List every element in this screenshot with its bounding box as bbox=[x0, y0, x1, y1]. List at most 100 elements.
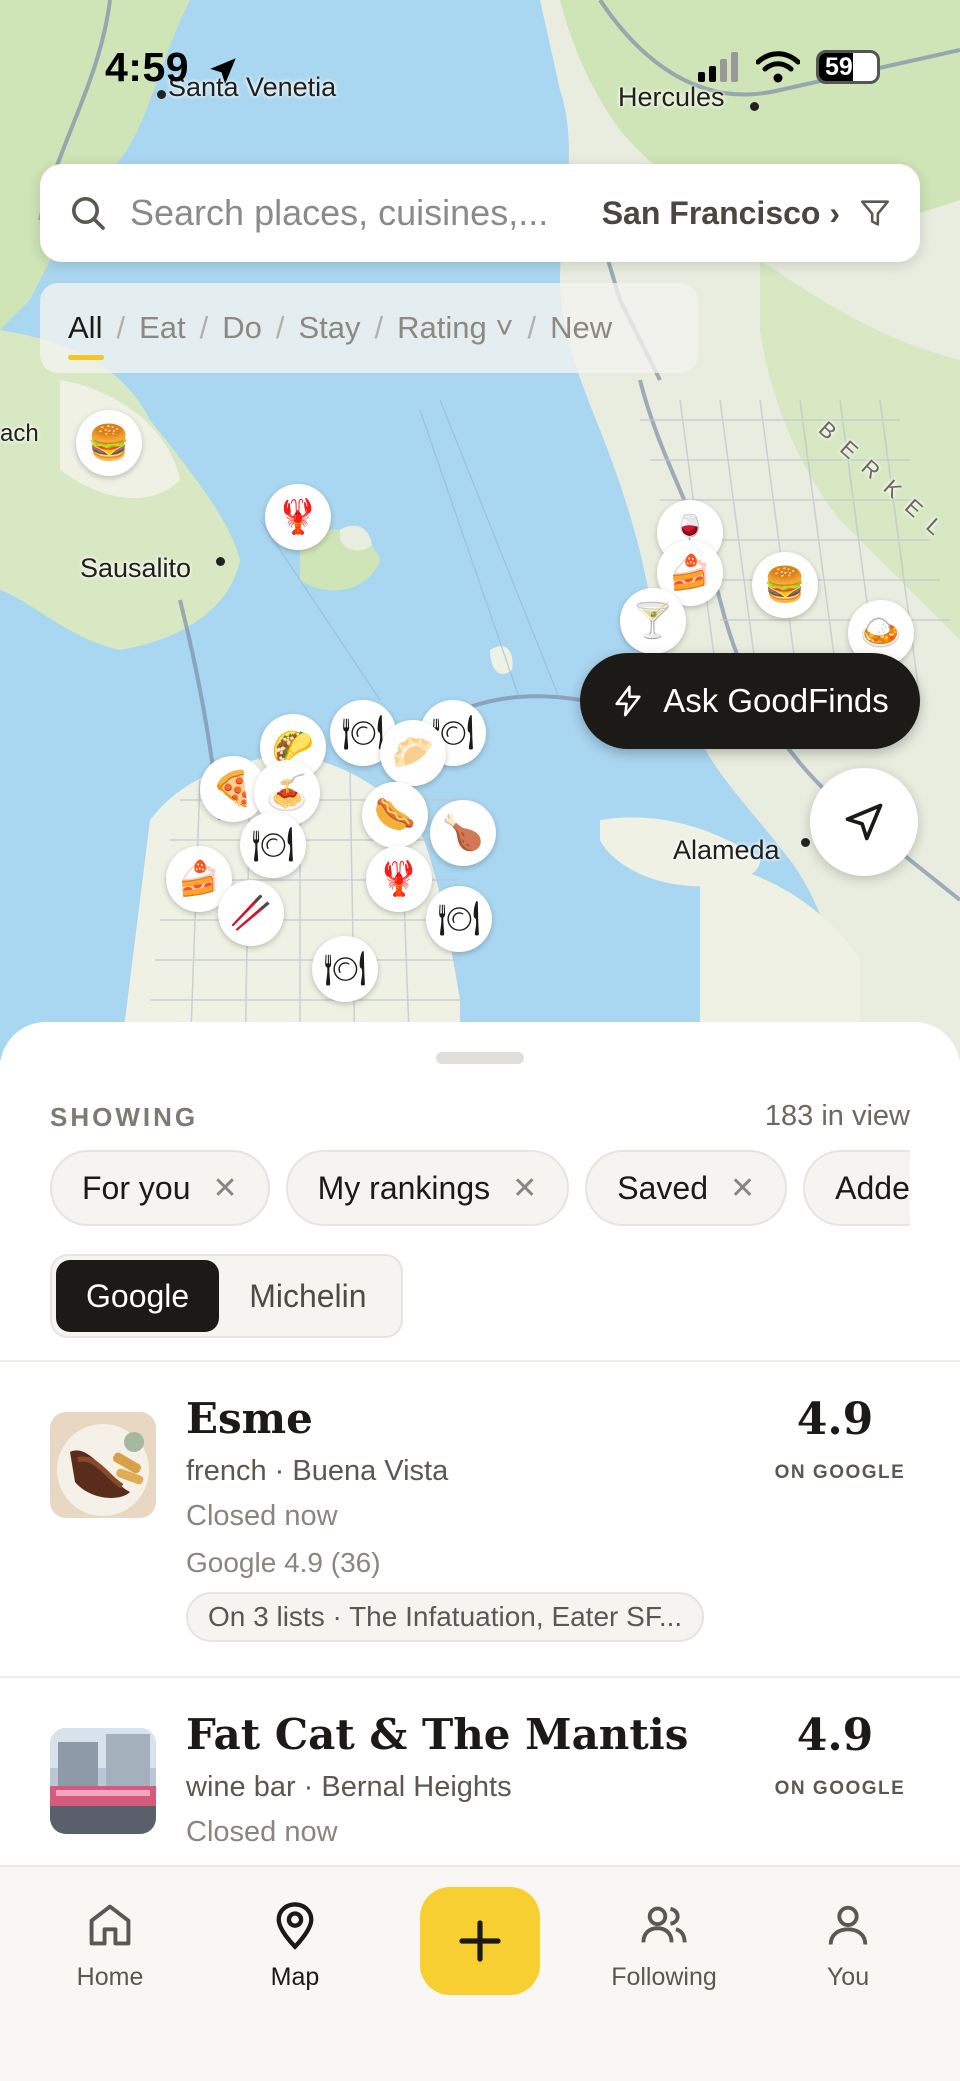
tab-you-label: You bbox=[826, 1963, 870, 1991]
tab-eat[interactable]: Eat bbox=[139, 310, 186, 346]
map-pin-plate[interactable]: 🍽 bbox=[240, 812, 306, 878]
restaurant-name[interactable]: Esme bbox=[186, 1394, 313, 1443]
tab-separator: / bbox=[116, 310, 126, 345]
restaurant-score: 4.9 bbox=[796, 1710, 874, 1761]
map-pin-cocktail[interactable]: 🍸 bbox=[620, 588, 686, 654]
tab-separator: / bbox=[527, 310, 537, 345]
place-dot bbox=[216, 557, 225, 566]
chip-label: For you bbox=[82, 1169, 191, 1206]
restaurant-name[interactable]: Fat Cat & The Mantis bbox=[186, 1710, 688, 1759]
score-source-label: ON GOOGLE bbox=[774, 1462, 906, 1483]
place-label-alameda: Alameda bbox=[673, 835, 780, 865]
restaurant-cuisine-area: wine bar · Bernal Heights bbox=[186, 1771, 512, 1803]
chip-my-rankings[interactable]: My rankings ✕ bbox=[285, 1150, 570, 1226]
place-dot bbox=[801, 838, 810, 847]
result-row[interactable]: Esme french · Buena Vista Closed now Goo… bbox=[0, 1360, 960, 1676]
wifi-icon bbox=[756, 51, 800, 83]
map-pin-plate[interactable]: 🍽 bbox=[426, 886, 492, 952]
map-pin-hotdog[interactable]: 🌭 bbox=[362, 782, 428, 848]
source-michelin[interactable]: Michelin bbox=[219, 1260, 396, 1332]
close-icon[interactable]: ✕ bbox=[512, 1171, 537, 1206]
plus-icon bbox=[459, 1920, 501, 1962]
tab-separator: / bbox=[275, 310, 285, 345]
sheet-handle[interactable] bbox=[436, 1052, 524, 1064]
search-icon bbox=[72, 197, 105, 230]
tab-do[interactable]: Do bbox=[222, 310, 262, 346]
status-icons: 59 bbox=[698, 50, 880, 84]
signal-icon bbox=[698, 52, 738, 82]
restaurant-photo bbox=[50, 1412, 156, 1518]
chip-saved[interactable]: Saved ✕ bbox=[585, 1150, 788, 1226]
place-dot bbox=[157, 90, 166, 99]
location-arrow-icon bbox=[210, 58, 236, 84]
restaurant-photo bbox=[50, 1728, 156, 1834]
people-icon bbox=[641, 1906, 687, 1943]
restaurant-google-rating: Google 4.9 (36) bbox=[186, 1547, 381, 1578]
locate-me-button[interactable] bbox=[810, 768, 918, 876]
battery-level: 59 bbox=[825, 52, 853, 81]
tab-all[interactable]: All bbox=[68, 310, 105, 360]
status-time: 4:59 bbox=[105, 44, 190, 90]
tab-map[interactable]: Map bbox=[225, 1899, 365, 1992]
chip-for-you[interactable]: For you ✕ bbox=[50, 1150, 270, 1226]
map-pin-lobster[interactable]: 🦞 bbox=[265, 484, 331, 550]
category-tabs: All / Eat / Do / Stay / Rating ˅ / New bbox=[40, 283, 698, 373]
close-icon[interactable]: ✕ bbox=[730, 1171, 755, 1206]
source-toggle: Google Michelin bbox=[50, 1254, 403, 1338]
map-pin-icon bbox=[276, 1902, 314, 1950]
chip-label: Adde bbox=[835, 1169, 910, 1206]
tab-stay[interactable]: Stay bbox=[299, 310, 361, 346]
place-label-sausalito: Sausalito bbox=[80, 553, 192, 583]
bottom-tab-bar: Home Map Following You bbox=[0, 1865, 960, 2081]
restaurant-cuisine-area: french · Buena Vista bbox=[186, 1455, 449, 1487]
place-label-santa-venetia: Santa Venetia bbox=[168, 72, 337, 102]
home-icon bbox=[89, 1904, 131, 1946]
tab-rating[interactable]: Rating ˅ bbox=[397, 310, 513, 346]
navigation-arrow-icon bbox=[845, 803, 883, 841]
chip-added[interactable]: Adde bbox=[803, 1150, 910, 1226]
search-input[interactable]: Search places, cuisines,... bbox=[130, 192, 602, 234]
filter-chips: For you ✕ My rankings ✕ Saved ✕ Adde bbox=[50, 1150, 910, 1230]
tab-following[interactable]: Following bbox=[594, 1899, 734, 1992]
tab-separator: / bbox=[199, 310, 209, 345]
result-row[interactable]: Fat Cat & The Mantis wine bar · Bernal H… bbox=[0, 1676, 960, 1876]
map-pin-chopsticks[interactable]: 🥢 bbox=[218, 880, 284, 946]
restaurant-open-status: Closed now bbox=[186, 1500, 338, 1532]
tab-you[interactable]: You bbox=[778, 1899, 918, 1992]
close-icon[interactable]: ✕ bbox=[212, 1171, 237, 1206]
chip-label: My rankings bbox=[317, 1169, 491, 1206]
place-label-hercules: Hercules bbox=[618, 82, 725, 112]
map-pin-plate[interactable]: 🍽 bbox=[312, 936, 378, 1002]
ask-goodfinds-label: Ask GoodFinds bbox=[663, 682, 889, 719]
showing-label: SHOWING bbox=[50, 1102, 199, 1132]
tab-home[interactable]: Home bbox=[40, 1899, 180, 1992]
map-pin-burger[interactable]: 🍔 bbox=[76, 410, 142, 476]
map-view[interactable]: Santa Venetia Hercules ach Sausalito Ala… bbox=[0, 0, 960, 1060]
map-pin-meat[interactable]: 🍗 bbox=[430, 800, 496, 866]
tab-home-label: Home bbox=[76, 1963, 144, 1991]
score-source-label: ON GOOGLE bbox=[774, 1778, 906, 1799]
source-google[interactable]: Google bbox=[56, 1260, 220, 1332]
tab-map-label: Map bbox=[270, 1963, 320, 1991]
tab-new[interactable]: New bbox=[550, 310, 612, 346]
chip-label: Saved bbox=[617, 1169, 708, 1206]
restaurant-score: 4.9 bbox=[796, 1394, 874, 1445]
person-icon bbox=[828, 1905, 868, 1945]
map-pin-dumpling[interactable]: 🥟 bbox=[380, 720, 446, 786]
place-dot bbox=[750, 102, 759, 111]
map-pin-lobster[interactable]: 🦞 bbox=[366, 846, 432, 912]
map-pin-burger[interactable]: 🍔 bbox=[752, 552, 818, 618]
filter-icon[interactable] bbox=[858, 196, 892, 230]
battery-icon: 59 bbox=[816, 50, 880, 84]
restaurant-lists-badge[interactable]: On 3 lists · The Infatuation, Eater SF..… bbox=[186, 1592, 705, 1642]
restaurant-open-status: Closed now bbox=[186, 1816, 338, 1848]
tab-separator: / bbox=[374, 310, 384, 345]
lightning-icon bbox=[615, 685, 641, 717]
city-selector[interactable]: San Francisco › bbox=[602, 195, 840, 232]
add-button[interactable] bbox=[420, 1887, 540, 1995]
in-view-count: 183 in view bbox=[764, 1100, 910, 1132]
tab-following-label: Following bbox=[611, 1963, 717, 1991]
ask-goodfinds-button[interactable]: Ask GoodFinds bbox=[580, 653, 920, 749]
search-bar[interactable]: Search places, cuisines,... San Francisc… bbox=[40, 164, 920, 262]
place-label-beach: ach bbox=[0, 420, 39, 447]
